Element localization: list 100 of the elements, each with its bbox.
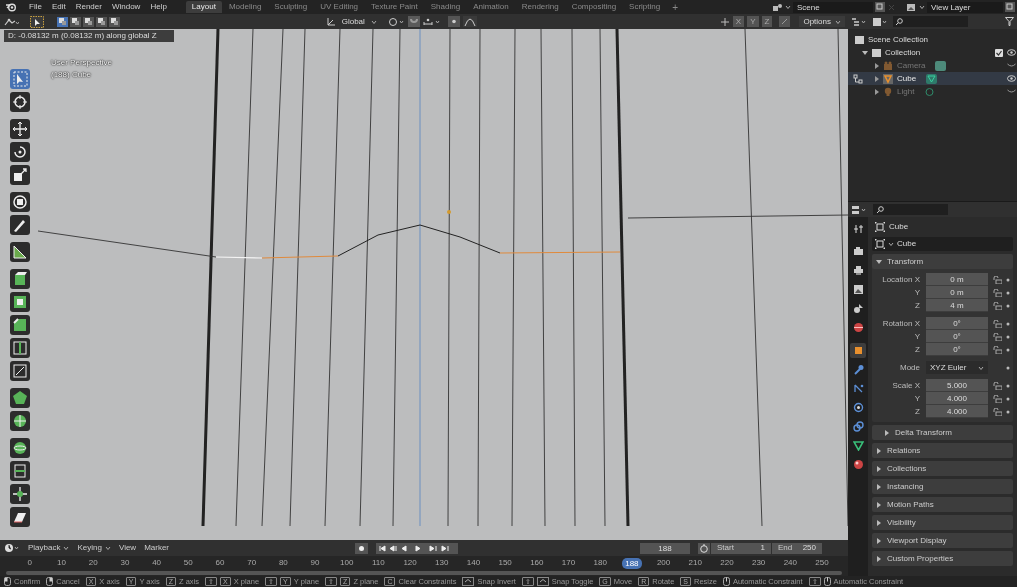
- panel-header[interactable]: Visibility: [872, 515, 1013, 530]
- number-field[interactable]: 0°: [926, 330, 988, 343]
- add-workspace-button[interactable]: +: [667, 0, 684, 15]
- tool-button[interactable]: [10, 484, 30, 504]
- filter-image-icon[interactable]: [872, 16, 888, 27]
- workspace-tab[interactable]: Shading: [424, 1, 467, 13]
- tool-button[interactable]: [10, 338, 30, 358]
- lock-icon[interactable]: [993, 288, 1002, 297]
- menu-item[interactable]: Help: [145, 1, 172, 13]
- stopwatch-icon[interactable]: [698, 542, 710, 554]
- number-field[interactable]: 4 m: [926, 299, 988, 312]
- workspace-tab[interactable]: Sculpting: [268, 1, 314, 13]
- falloff-curve-icon[interactable]: [462, 16, 477, 27]
- lock-icon[interactable]: [993, 394, 1002, 403]
- properties-tab[interactable]: [850, 419, 866, 434]
- keyframe-dot-icon[interactable]: [1006, 303, 1010, 308]
- display-mode-icon[interactable]: [851, 16, 867, 27]
- keyframe-dot-icon[interactable]: [1006, 321, 1010, 326]
- number-field[interactable]: 5.000: [926, 379, 988, 392]
- tool-button[interactable]: [10, 361, 30, 381]
- panel-header[interactable]: Relations: [872, 443, 1013, 458]
- timeline-menu[interactable]: Keying: [77, 542, 111, 554]
- outliner-item[interactable]: Collection: [885, 46, 921, 59]
- record-icon[interactable]: [355, 542, 369, 554]
- workspace-tab[interactable]: Scripting: [623, 1, 667, 13]
- panel-header[interactable]: Collections: [872, 461, 1013, 476]
- tool-button[interactable]: [10, 507, 30, 527]
- workspace-tab[interactable]: Compositing: [565, 1, 623, 13]
- tool-button[interactable]: [10, 242, 30, 262]
- mesh-data-icon[interactable]: [926, 73, 938, 84]
- timeline-menu[interactable]: Marker: [144, 542, 170, 554]
- tool-button[interactable]: [10, 142, 30, 162]
- selection-mode-button[interactable]: [70, 16, 81, 27]
- camera-data-icon[interactable]: [935, 60, 947, 71]
- copy-icon[interactable]: [875, 2, 885, 12]
- image-stack-icon[interactable]: [906, 2, 917, 12]
- workspace-tab[interactable]: Texture Paint: [365, 1, 424, 13]
- tool-button[interactable]: [10, 215, 30, 235]
- tool-button[interactable]: [10, 165, 30, 185]
- closed-eye-icon[interactable]: [1007, 88, 1016, 95]
- outliner-item[interactable]: Scene Collection: [868, 33, 929, 46]
- disclosure-triangle-icon[interactable]: [862, 49, 868, 56]
- copy-icon[interactable]: [1005, 2, 1015, 12]
- playback-controls-icon[interactable]: [376, 542, 459, 554]
- timeline-menu[interactable]: View: [118, 542, 137, 554]
- panel-header[interactable]: Delta Transform: [872, 425, 1013, 440]
- selection-mode-button[interactable]: [57, 16, 68, 27]
- select-cursor-icon[interactable]: [30, 15, 44, 28]
- lock-icon[interactable]: [993, 301, 1002, 310]
- tool-button[interactable]: [10, 192, 30, 212]
- current-frame-field[interactable]: 188: [640, 542, 690, 554]
- blender-logo-icon[interactable]: [5, 2, 17, 12]
- current-frame-marker[interactable]: 188: [622, 557, 642, 569]
- mode-dropdown[interactable]: XYZ Euler: [926, 361, 988, 374]
- keyframe-dot-icon[interactable]: [1006, 383, 1010, 388]
- selection-mode-button[interactable]: [83, 16, 94, 27]
- number-field[interactable]: 0°: [926, 343, 988, 356]
- keyframe-dot-icon[interactable]: [1006, 409, 1010, 414]
- eye-icon[interactable]: [1007, 49, 1016, 56]
- workspace-tab[interactable]: Rendering: [515, 1, 565, 13]
- tool-button[interactable]: [10, 315, 30, 335]
- number-field[interactable]: 0°: [926, 317, 988, 330]
- tool-button[interactable]: [10, 461, 30, 481]
- tool-button[interactable]: [10, 269, 30, 289]
- properties-tab[interactable]: [850, 343, 866, 358]
- keyframe-dot-icon[interactable]: [1006, 334, 1010, 339]
- menu-item[interactable]: File: [24, 1, 47, 13]
- number-field[interactable]: 0 m: [926, 286, 988, 299]
- view-layer-field[interactable]: View Layer: [927, 1, 1003, 13]
- gizmo-arrows-icon[interactable]: [719, 16, 730, 27]
- keyframe-dot-icon[interactable]: [1006, 347, 1010, 352]
- orientation-dropdown[interactable]: Global: [338, 16, 380, 27]
- keyframe-dot-icon[interactable]: [1006, 290, 1010, 295]
- tool-button[interactable]: [10, 388, 30, 408]
- workspace-tab[interactable]: Layout: [185, 1, 222, 13]
- end-frame-field[interactable]: End 250: [772, 542, 822, 554]
- lock-icon[interactable]: [993, 381, 1002, 390]
- object-name-field[interactable]: Cube: [872, 237, 1013, 251]
- 3d-viewport[interactable]: D: -0.08132 m (0.08132 m) along global Z User Perspective (188) Cube: [0, 29, 848, 540]
- restrict-columns-icon[interactable]: [853, 74, 863, 84]
- number-field[interactable]: 4.000: [926, 405, 988, 418]
- menu-item[interactable]: Edit: [46, 1, 71, 13]
- keyframe-dot-icon[interactable]: [1006, 396, 1010, 401]
- snap-increment-icon[interactable]: [422, 16, 441, 27]
- start-frame-field[interactable]: Start 1: [711, 542, 771, 554]
- scene-field[interactable]: Scene: [793, 1, 873, 13]
- properties-editor-icon[interactable]: [851, 204, 867, 215]
- lock-icon[interactable]: [993, 319, 1002, 328]
- tool-button[interactable]: [10, 119, 30, 139]
- timeline-menu[interactable]: Playback: [28, 542, 70, 554]
- lock-icon[interactable]: [993, 332, 1002, 341]
- search-field[interactable]: [893, 16, 968, 27]
- menu-item[interactable]: Render: [70, 1, 107, 13]
- keyframe-dot-icon[interactable]: [1006, 365, 1010, 370]
- panel-header[interactable]: Transform: [872, 254, 1013, 269]
- timeline-scrollbar[interactable]: [6, 571, 842, 575]
- workspace-tab[interactable]: UV Editing: [314, 1, 365, 13]
- lock-icon[interactable]: [993, 275, 1002, 284]
- selection-mode-button[interactable]: [96, 16, 107, 27]
- tool-button[interactable]: [10, 292, 30, 312]
